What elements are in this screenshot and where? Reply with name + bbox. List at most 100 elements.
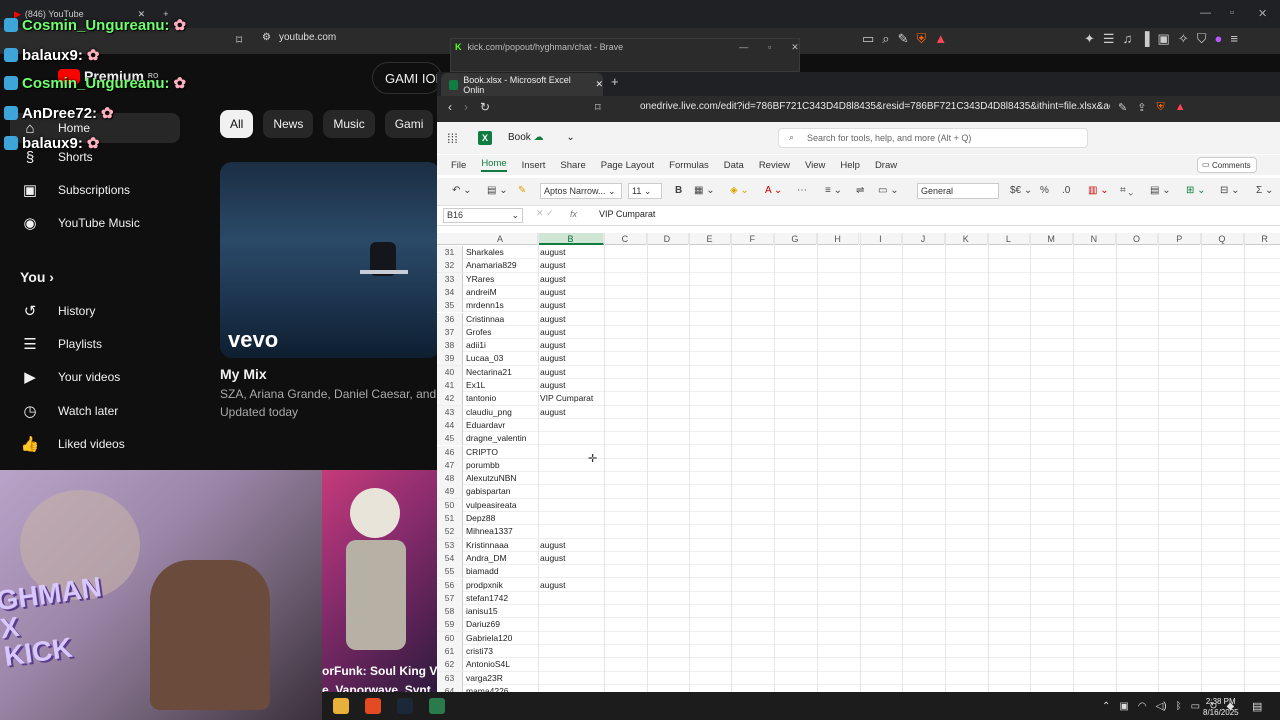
column-header-h[interactable]: H (817, 233, 860, 245)
cell-a[interactable]: cristi73 (466, 645, 536, 658)
tab-data[interactable]: Data (724, 160, 744, 171)
tab-formulas[interactable]: Formulas (669, 160, 709, 171)
chip-all[interactable]: All (220, 110, 254, 138)
column-header-p[interactable]: P (1158, 233, 1202, 245)
cell-b[interactable]: august (540, 352, 602, 365)
row-number[interactable]: 47 (437, 458, 463, 472)
row-number[interactable]: 38 (437, 339, 463, 353)
workbook-title[interactable]: Book ☁ ⌄ (508, 132, 575, 143)
cell-a[interactable]: Dariuz69 (466, 618, 536, 631)
cell-a[interactable]: ianisu15 (466, 605, 536, 618)
row-number[interactable]: 64 (437, 684, 463, 692)
align-icon[interactable]: ≡ ⌄ (825, 185, 842, 196)
fx-icon[interactable]: fx (570, 209, 577, 219)
cell-a[interactable]: vulpeasireata (466, 499, 536, 512)
column-header-b[interactable]: B (538, 233, 604, 245)
cell-a[interactable]: CRIPTO (466, 446, 536, 459)
chip-gami[interactable]: Gami (384, 110, 434, 138)
cell-a[interactable]: AntonioS4L (466, 658, 536, 671)
column-header-i[interactable]: I (860, 233, 903, 245)
extensions-icon[interactable]: ✦ (1084, 31, 1095, 47)
back-icon[interactable]: ‹ (448, 100, 452, 114)
wifi-icon[interactable]: ◠ (1138, 701, 1147, 712)
close-window-icon[interactable]: ✕ (1258, 7, 1267, 20)
clipboard-icon[interactable]: ▤ ⌄ (487, 185, 508, 196)
row-number[interactable]: 63 (437, 671, 463, 685)
row-number[interactable]: 49 (437, 485, 463, 499)
profile-icon[interactable]: ● (1215, 31, 1223, 47)
site-info-icon[interactable]: ⚙ (262, 32, 271, 43)
cell-a[interactable]: biamadd (466, 565, 536, 578)
cell-a[interactable]: mama4226 (466, 685, 536, 692)
row-number[interactable]: 35 (437, 299, 463, 313)
chip-news[interactable]: News (263, 110, 314, 138)
row-number[interactable]: 51 (437, 512, 463, 525)
row-number[interactable]: 48 (437, 472, 463, 486)
cell-a[interactable]: Sharkales (466, 246, 536, 259)
cell-a[interactable]: Eduardavr (466, 419, 536, 432)
zoom-icon[interactable]: ⌕ (882, 31, 889, 47)
fill-color-icon[interactable]: ◈ ⌄ (730, 185, 749, 196)
column-header-l[interactable]: L (988, 233, 1031, 245)
sidebar-item-watch-later[interactable]: ◷ Watch later (20, 401, 118, 421)
excel-tab-close-icon[interactable]: ✕ (595, 79, 603, 90)
chip-music[interactable]: Music (323, 110, 375, 138)
tray-chevron-icon[interactable]: ⌃ (1102, 701, 1110, 712)
video-title[interactable]: My Mix (220, 366, 267, 382)
row-number[interactable]: 40 (437, 365, 463, 379)
font-size-select[interactable]: 11 ⌄ (628, 183, 662, 199)
cell-a[interactable]: AlexutzuNBN (466, 472, 536, 485)
tab-share[interactable]: Share (560, 160, 585, 171)
cell-b[interactable]: august (540, 313, 602, 326)
sidebar-icon[interactable]: ▐ (1140, 31, 1149, 47)
volume-icon[interactable]: ◁) (1156, 701, 1167, 712)
formula-value[interactable]: VIP Cumparat (599, 209, 655, 219)
cell-b[interactable]: VIP Cumparat (540, 392, 602, 405)
row-number[interactable]: 55 (437, 565, 463, 579)
row-number[interactable]: 39 (437, 352, 463, 366)
video2-title-line1[interactable]: orFunk: Soul King Vi (322, 664, 440, 678)
column-header-m[interactable]: M (1030, 233, 1073, 245)
tab-page-layout[interactable]: Page Layout (601, 160, 654, 171)
cell-a[interactable]: Depz88 (466, 512, 536, 525)
tab-home[interactable]: Home (481, 158, 507, 172)
cell-a[interactable]: andreiM (466, 286, 536, 299)
font-color-icon[interactable]: A ⌄ (765, 185, 782, 196)
title-dropdown-icon[interactable]: ⌄ (566, 132, 574, 143)
cell-b[interactable]: august (540, 579, 602, 592)
excel-edit-icon[interactable]: ✎ (1118, 101, 1127, 114)
cell-b[interactable]: august (540, 286, 602, 299)
row-number[interactable]: 58 (437, 605, 463, 619)
cell-b[interactable]: august (540, 246, 602, 259)
taskbar-clock[interactable]: 2:38 PM 8/16/2025 (1203, 696, 1239, 718)
cell-a[interactable]: Andra_DM (466, 552, 536, 565)
cell-styles-icon[interactable]: ▤ ⌄ (1150, 185, 1171, 196)
wallet-icon[interactable]: ▣ (1158, 31, 1170, 47)
name-box[interactable]: B16 ⌄ (443, 208, 523, 223)
cell-a[interactable]: Grofes (466, 326, 536, 339)
comments-button[interactable]: ▭ Comments (1197, 157, 1257, 173)
kick-minimize-icon[interactable]: — (739, 42, 748, 53)
leo-icon[interactable]: ✧ (1178, 31, 1189, 47)
cell-a[interactable]: dragne_valentin (466, 432, 536, 445)
insert-cells-icon[interactable]: ⊞ ⌄ (1186, 185, 1206, 196)
cell-b[interactable]: august (540, 273, 602, 286)
merge-icon[interactable]: ▭ ⌄ (878, 185, 899, 196)
cell-a[interactable]: prodpxnik (466, 579, 536, 592)
minimize-icon[interactable]: — (1200, 7, 1211, 19)
cell-b[interactable]: august (540, 299, 602, 312)
column-header-n[interactable]: N (1073, 233, 1116, 245)
row-number[interactable]: 31 (437, 246, 463, 259)
row-number[interactable]: 32 (437, 259, 463, 273)
cell-a[interactable]: gabispartan (466, 485, 536, 498)
cell-a[interactable]: Anamaria829 (466, 259, 536, 272)
forward-icon[interactable]: › (464, 100, 468, 114)
row-number[interactable]: 33 (437, 272, 463, 286)
brave-shield-icon[interactable]: ⛨ (916, 31, 926, 47)
row-number[interactable]: 61 (437, 645, 463, 658)
cell-a[interactable]: adii1i (466, 339, 536, 352)
bluetooth-icon[interactable]: ᛒ (1176, 701, 1182, 712)
cell-b[interactable]: august (540, 259, 602, 272)
sidebar-item-history[interactable]: ↺ History (20, 301, 96, 321)
excel-rewards-icon[interactable]: ▲ (1175, 101, 1186, 114)
